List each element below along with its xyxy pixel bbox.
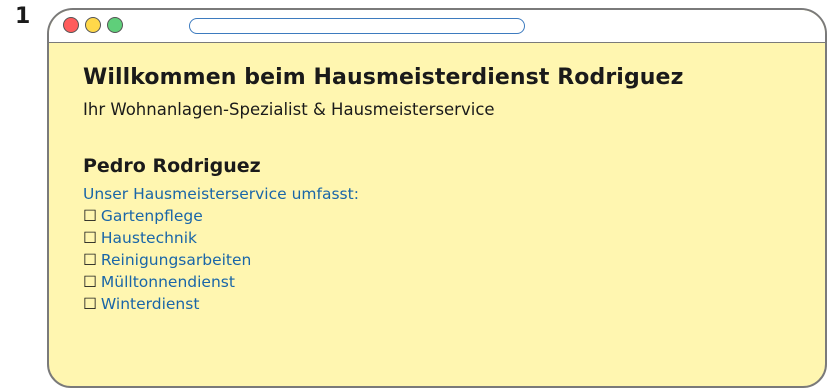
browser-window: Willkommen beim Hausmeisterdienst Rodrig… [47,8,827,388]
page-content: Willkommen beim Hausmeisterdienst Rodrig… [83,65,815,315]
checkbox-icon[interactable]: ☐ [83,295,97,313]
service-label: Reinigungsarbeiten [100,251,252,269]
page-title: Willkommen beim Hausmeisterdienst Rodrig… [83,65,684,90]
service-label: Winterdienst [100,295,200,313]
minimize-window-button[interactable] [85,17,101,33]
checkbox-icon[interactable]: ☐ [83,251,97,269]
maximize-window-button[interactable] [107,17,123,33]
checkbox-icon[interactable]: ☐ [83,207,97,225]
service-label: Mülltonnendienst [100,273,235,291]
service-item-reinigungsarbeiten[interactable]: ☐ Reinigungsarbeiten [83,249,815,271]
service-item-winterdienst[interactable]: ☐ Winterdienst [83,293,815,315]
services-list: ☐ Gartenpflege ☐ Haustechnik ☐ Reinigungsar… [83,205,815,315]
service-label: Haustechnik [100,229,198,247]
browser-titlebar [49,10,825,43]
checkbox-icon[interactable]: ☐ [83,273,97,291]
address-bar[interactable] [189,18,525,34]
service-item-gartenpflege[interactable]: ☐ Gartenpflege [83,205,815,227]
service-item-haustechnik[interactable]: ☐ Haustechnik [83,227,815,249]
service-item-muelltonnendienst[interactable]: ☐ Mülltonnendienst [83,271,815,293]
step-number: 1 [15,4,31,29]
close-window-button[interactable] [63,17,79,33]
checkbox-icon[interactable]: ☐ [83,229,97,247]
services-intro: Unser Hausmeisterservice umfasst: [83,185,359,203]
service-label: Gartenpflege [100,207,203,225]
person-name-heading: Pedro Rodriguez [83,155,261,177]
page-subtitle: Ihr Wohnanlagen-Spezialist & Hausmeister… [83,100,495,119]
